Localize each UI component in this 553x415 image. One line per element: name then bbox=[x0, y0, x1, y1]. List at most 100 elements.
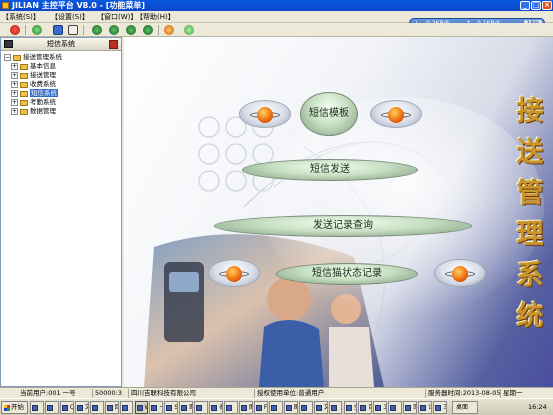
taskbar-app-button[interactable] bbox=[268, 401, 283, 414]
port-info: 50000:3 bbox=[92, 389, 122, 398]
taskbar-app-label: 回 bbox=[115, 404, 118, 411]
taskbar-app-button[interactable]: 图 bbox=[283, 401, 298, 414]
app-icon bbox=[390, 405, 397, 411]
start-button[interactable]: 开始 bbox=[1, 401, 28, 414]
maximize-button[interactable]: □ bbox=[531, 1, 541, 10]
windows-logo-icon bbox=[4, 405, 10, 411]
server-time: 服务器时间:2013-08-05 bbox=[425, 389, 500, 398]
taskbar-app-button[interactable]: S bbox=[164, 401, 179, 414]
close-button[interactable]: × bbox=[542, 1, 552, 10]
folder-icon bbox=[20, 90, 28, 97]
title-char: 理 bbox=[516, 219, 544, 250]
tree-expander[interactable]: + bbox=[11, 72, 18, 79]
app-icon bbox=[136, 405, 143, 411]
taskbar-app-button[interactable]: 表 bbox=[209, 401, 224, 414]
taskbar-app-button[interactable]: 文 bbox=[373, 401, 388, 414]
taskbar-app-label: 文 bbox=[324, 404, 327, 411]
main-content: 短信模板 短信发送 发送记录查询 短信猫状态记录 接 送 管 理 系 统 bbox=[124, 37, 553, 387]
menu-window[interactable]: 【窗口(W)】 bbox=[97, 12, 137, 22]
tree-item-root[interactable]: − 接送管理系统 bbox=[4, 53, 62, 62]
sms-template-button[interactable]: 短信模板 bbox=[300, 92, 358, 136]
app-icon bbox=[270, 405, 277, 411]
taskbar-app-button[interactable]: 图 bbox=[239, 401, 253, 414]
taskbar-app-button[interactable] bbox=[388, 401, 403, 414]
app-icon bbox=[345, 405, 352, 411]
background-art bbox=[144, 97, 544, 387]
tree-expander[interactable]: + bbox=[11, 81, 18, 88]
nav-first-icon[interactable] bbox=[92, 25, 102, 35]
folder-icon bbox=[20, 81, 28, 88]
taskbar-app-button[interactable]: Q bbox=[59, 401, 74, 414]
taskbar-app-button[interactable] bbox=[224, 401, 238, 414]
company-name: 四川吉联科技有限公司 bbox=[128, 389, 196, 398]
favorite-icon[interactable] bbox=[164, 25, 174, 35]
taskbar-app-button[interactable]: 计 bbox=[418, 401, 433, 414]
nav-prev-icon[interactable] bbox=[109, 25, 119, 35]
taskbar-app-button[interactable]: 全 bbox=[343, 401, 358, 414]
tree-expander[interactable]: − bbox=[4, 54, 11, 61]
taskbar-app-button[interactable]: 回 bbox=[403, 401, 418, 414]
taskbar-app-label: 表 bbox=[219, 404, 222, 411]
taskbar-app-button[interactable] bbox=[89, 401, 104, 414]
taskbar-app-button[interactable] bbox=[119, 401, 134, 414]
menu-help[interactable]: 【帮助(H)】 bbox=[136, 12, 175, 22]
tree-item-pickup[interactable]: + 接送管理 bbox=[11, 71, 56, 80]
modem-status-button[interactable]: 短信猫状态记录 bbox=[276, 263, 418, 285]
orb-icon bbox=[370, 100, 422, 128]
number-keypad bbox=[198, 116, 274, 192]
toolbar-separator bbox=[25, 25, 26, 35]
refresh-icon[interactable] bbox=[32, 25, 42, 35]
taskbar-app-button[interactable]: 卡 bbox=[149, 401, 164, 414]
folder-icon bbox=[13, 54, 21, 61]
tree-expander[interactable]: + bbox=[11, 108, 18, 115]
minimize-button[interactable]: _ bbox=[520, 1, 530, 10]
taskbar-app-button[interactable]: 百 bbox=[358, 401, 373, 414]
taskbar-app-button[interactable]: F bbox=[253, 401, 268, 414]
status-bar: 当前用户:001 一号 50000:3 四川吉联科技有限公司 授权使用单位:普通… bbox=[0, 387, 553, 398]
desktop-toolbar[interactable]: 桌面 bbox=[452, 401, 478, 414]
tree-item-sms[interactable]: + 短信系统 bbox=[11, 89, 58, 98]
panel-close-icon[interactable] bbox=[109, 40, 118, 49]
check-icon[interactable] bbox=[184, 25, 194, 35]
app-icon bbox=[46, 405, 53, 411]
tree-expander[interactable]: + bbox=[11, 63, 18, 70]
taskbar-app-button[interactable] bbox=[30, 401, 44, 414]
taskbar-app-button[interactable]: 文 bbox=[74, 401, 89, 414]
tree-item-attendance[interactable]: + 考勤系统 bbox=[11, 98, 56, 107]
taskbar-app-button[interactable]: 文 bbox=[313, 401, 328, 414]
taskbar-app-button[interactable] bbox=[328, 401, 343, 414]
tree-expander[interactable]: + bbox=[11, 99, 18, 106]
nav-last-icon[interactable] bbox=[143, 25, 153, 35]
panel-header: 短信系统 bbox=[1, 38, 121, 51]
taskbar: 开始 Q 文 回 W 卡 S 图 表 图 F 图 文 全 百 文 回 计 王 桌面 16:24 bbox=[0, 398, 553, 415]
taskbar-app-button[interactable]: W bbox=[134, 401, 149, 414]
taskbar-app-button[interactable] bbox=[194, 401, 209, 414]
tree-expander[interactable]: + bbox=[11, 90, 18, 97]
app-icon bbox=[226, 405, 233, 411]
tree-item-data[interactable]: + 数据管理 bbox=[11, 107, 56, 116]
app-icon bbox=[106, 405, 113, 411]
tree-item-basic-info[interactable]: + 基本信息 bbox=[11, 62, 56, 71]
taskbar-app-button[interactable]: 回 bbox=[104, 401, 119, 414]
menu-settings[interactable]: 【设置(S)】 bbox=[51, 12, 89, 22]
app-icon bbox=[255, 405, 262, 411]
menu-system[interactable]: 【系统(S)】 bbox=[2, 12, 40, 22]
tree-item-billing[interactable]: + 收费系统 bbox=[11, 80, 56, 89]
sms-send-button[interactable]: 短信发送 bbox=[242, 159, 418, 181]
power-icon[interactable] bbox=[10, 25, 20, 35]
taskbar-app-label: S bbox=[174, 404, 179, 411]
taskbar-app-label: F bbox=[263, 404, 268, 411]
nav-next-icon[interactable] bbox=[126, 25, 136, 35]
taskbar-app-button[interactable]: 王 bbox=[433, 401, 447, 414]
taskbar-app-button[interactable]: 图 bbox=[179, 401, 194, 414]
send-history-button[interactable]: 发送记录查询 bbox=[214, 215, 472, 237]
taskbar-app-button[interactable] bbox=[298, 401, 313, 414]
title-char: 统 bbox=[516, 301, 544, 332]
taskbar-app-label: Q bbox=[70, 404, 73, 411]
app-icon bbox=[435, 405, 442, 411]
title-char: 系 bbox=[516, 260, 544, 291]
list-icon[interactable] bbox=[53, 25, 63, 35]
app-icon bbox=[375, 405, 382, 411]
taskbar-app-button[interactable] bbox=[44, 401, 59, 414]
window-icon[interactable] bbox=[68, 25, 78, 35]
